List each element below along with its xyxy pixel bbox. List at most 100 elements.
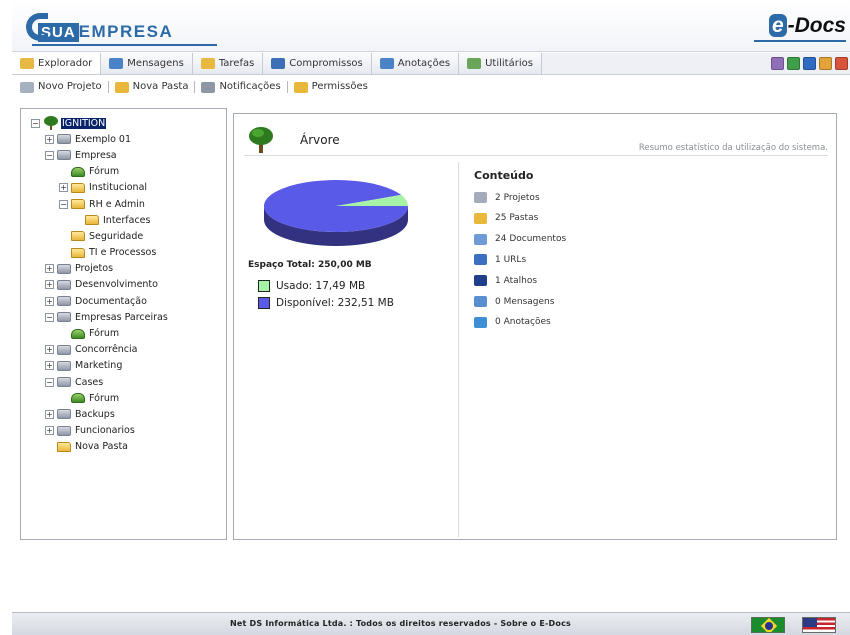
pie-top	[264, 180, 408, 232]
tab-utilities[interactable]: Utilitários	[459, 53, 542, 74]
usa-flag-icon[interactable]	[802, 617, 836, 633]
home-icon[interactable]	[787, 57, 800, 70]
tree-node[interactable]: − Empresas Parceiras	[31, 309, 226, 325]
expand-icon[interactable]: +	[45, 280, 54, 290]
footer-text[interactable]: Net DS Informática Ltda. : Todos os dire…	[230, 619, 571, 628]
contents-item-label: 0 Anotações	[495, 317, 551, 328]
tree-node[interactable]: Interfaces	[31, 212, 226, 228]
total-space-label: Espaço Total: 250,00 MB	[248, 260, 372, 270]
expand-icon[interactable]: +	[45, 345, 54, 355]
tab-label: Anotações	[397, 58, 451, 69]
action-label: Nova Pasta	[132, 81, 189, 92]
action-new-project[interactable]: Novo Projeto	[14, 81, 109, 93]
tree-node-label: Fórum	[89, 392, 120, 404]
tab-tasks[interactable]: Tarefas	[192, 53, 264, 74]
expand-icon[interactable]: +	[45, 426, 54, 436]
legend-used-label: Usado: 17,49 MB	[276, 280, 366, 292]
action-bar: Novo Projeto Nova Pasta Notificações Permis…	[12, 76, 850, 98]
product-logo-name: -Docs	[787, 14, 846, 37]
tab-appointments[interactable]: Compromissos	[263, 53, 372, 74]
tree-icon	[249, 127, 273, 153]
expand-icon[interactable]: +	[45, 134, 54, 144]
help-icon[interactable]	[803, 57, 816, 70]
collapse-icon[interactable]: −	[45, 150, 54, 160]
tree-node[interactable]: − RH e Admin	[31, 196, 226, 212]
brazil-flag-icon[interactable]	[751, 617, 785, 633]
tree-node[interactable]: Seguridade	[31, 228, 226, 244]
action-new-folder[interactable]: Nova Pasta	[109, 81, 196, 93]
collapse-icon[interactable]: −	[45, 377, 54, 387]
tree-node-label: Exemplo 01	[75, 133, 132, 145]
product-logo[interactable]: e -Docs	[768, 14, 846, 38]
collapse-icon[interactable]: −	[31, 118, 40, 128]
tree-node[interactable]: − Cases	[31, 374, 226, 390]
legend-used-swatch	[258, 280, 270, 292]
action-label: Permissões	[311, 81, 368, 92]
product-logo-underline	[754, 40, 846, 42]
usage-pie-chart	[264, 180, 408, 246]
folder-icon	[71, 199, 85, 210]
expand-icon[interactable]: +	[45, 409, 54, 419]
forum-icon	[71, 328, 85, 339]
tree-node[interactable]: + Documentação	[31, 293, 226, 309]
action-notifications[interactable]: Notificações	[195, 81, 288, 93]
tree-node[interactable]: + Exemplo 01	[31, 131, 226, 147]
tree-node[interactable]: − IGNITION	[31, 115, 226, 131]
action-label: Notificações	[219, 81, 281, 92]
notes-icon	[474, 316, 487, 328]
tree-node-label: Nova Pasta	[75, 441, 129, 453]
documents-icon	[474, 233, 487, 245]
panel-divider	[458, 162, 459, 537]
new-project-icon	[20, 81, 34, 93]
collapse-icon[interactable]: −	[59, 199, 68, 209]
tab-notes[interactable]: Anotações	[371, 53, 460, 74]
tab-explorer[interactable]: Explorador	[12, 53, 102, 74]
window-icon[interactable]	[771, 57, 784, 70]
folder-icon	[85, 215, 99, 226]
tree-node[interactable]: + Concorrência	[31, 342, 226, 358]
close-icon[interactable]	[835, 57, 848, 70]
contents-item-label: 2 Projetos	[495, 192, 540, 203]
legend-available-label: Disponível: 232,51 MB	[276, 297, 394, 309]
tree-node[interactable]: Fórum	[31, 325, 226, 341]
tab-label: Tarefas	[218, 58, 255, 69]
tree-node-label: Empresas Parceiras	[75, 311, 168, 323]
utilities-icon	[467, 58, 482, 69]
appointments-icon	[271, 58, 286, 69]
tree-node[interactable]: Fórum	[31, 164, 226, 180]
logo-mark	[26, 13, 48, 41]
panel-title: Árvore	[300, 133, 340, 147]
app-footer: Net DS Informática Ltda. : Todos os dire…	[12, 612, 850, 635]
logo-underline	[32, 44, 217, 46]
main-tab-bar: Explorador Mensagens Tarefas Compromissos An…	[12, 53, 850, 75]
contents-item: 2 Projetos	[474, 192, 540, 203]
expand-icon[interactable]: +	[59, 183, 68, 193]
tree-node[interactable]: − Empresa	[31, 147, 226, 163]
action-permissions[interactable]: Permissões	[288, 81, 374, 93]
tree-node[interactable]: + Marketing	[31, 358, 226, 374]
tree-node[interactable]: TI e Processos	[31, 245, 226, 261]
expand-icon[interactable]: +	[45, 361, 54, 371]
tab-label: Mensagens	[127, 58, 184, 69]
tree-node[interactable]: Fórum	[31, 390, 226, 406]
tree-node[interactable]: + Backups	[31, 406, 226, 422]
tree-node-label: Fórum	[89, 166, 120, 178]
tree-node[interactable]: + Desenvolvimento	[31, 277, 226, 293]
expand-icon[interactable]: +	[45, 264, 54, 274]
tab-messages[interactable]: Mensagens	[101, 53, 193, 74]
collapse-icon[interactable]: −	[45, 312, 54, 322]
company-logo[interactable]: SUA EMPRESA	[26, 12, 173, 42]
tree-node[interactable]: Nova Pasta	[31, 439, 226, 455]
tree-node-label: Seguridade	[89, 230, 144, 242]
tree-node[interactable]: + Institucional	[31, 180, 226, 196]
expand-icon[interactable]: +	[45, 296, 54, 306]
edit-icon[interactable]	[819, 57, 832, 70]
notifications-icon	[201, 81, 216, 93]
legend-available: Disponível: 232,51 MB	[258, 297, 394, 309]
contents-item-label: 25 Pastas	[495, 213, 539, 224]
tree-node-label: Documentação	[75, 295, 147, 307]
tree-node[interactable]: + Funcionarios	[31, 423, 226, 439]
legend-available-swatch	[258, 297, 270, 309]
tree-node-label: Backups	[75, 408, 115, 420]
tree-node[interactable]: + Projetos	[31, 261, 226, 277]
